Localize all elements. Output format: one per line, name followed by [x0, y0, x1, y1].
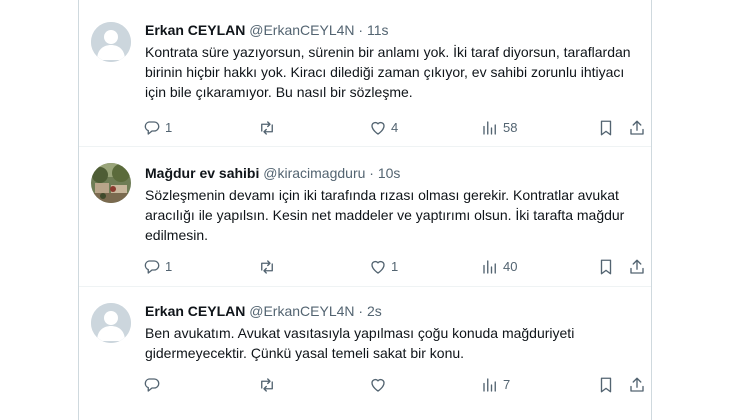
like-button[interactable]: [369, 376, 391, 394]
reply-button[interactable]: 1: [143, 258, 172, 276]
avatar[interactable]: [91, 303, 131, 343]
share-button[interactable]: [628, 376, 646, 394]
tweet[interactable]: Erkan CEYLAN @ErkanCEYL4N · 2s Ben avuka…: [79, 286, 651, 420]
share-button[interactable]: [628, 119, 646, 137]
tweet-header: Erkan CEYLAN @ErkanCEYL4N · 2s: [145, 301, 637, 321]
view-count: 7: [503, 377, 511, 392]
reply-icon: [144, 378, 160, 392]
tweet-text: Kontrata süre yazıyorsun, sürenin bir an…: [145, 44, 631, 100]
user-handle[interactable]: @ErkanCEYL4N: [249, 303, 354, 319]
tweet-time[interactable]: 2s: [367, 303, 382, 319]
bookmark-button[interactable]: [597, 119, 615, 137]
reply-icon: [144, 121, 160, 135]
tweet-text: Ben avukatım. Avukat vasıtasıyla yapılma…: [145, 325, 575, 361]
retweet-button[interactable]: [258, 376, 280, 394]
views-icon: [483, 378, 496, 392]
like-button[interactable]: 1: [369, 258, 398, 276]
bookmark-icon: [600, 259, 612, 275]
views-button[interactable]: 58: [481, 119, 517, 137]
separator-dot: ·: [358, 303, 364, 319]
tweet-actions: 7: [143, 375, 644, 395]
views-button[interactable]: 40: [481, 258, 517, 276]
like-count: 1: [391, 259, 399, 274]
reply-icon: [144, 260, 160, 274]
retweet-button[interactable]: [258, 258, 280, 276]
like-button[interactable]: 4: [369, 119, 398, 137]
bookmark-button[interactable]: [597, 258, 615, 276]
like-icon: [371, 121, 385, 135]
display-name[interactable]: Mağdur ev sahibi: [145, 165, 259, 181]
tweet-text: Sözleşmenin devamı için iki tarafında rı…: [145, 187, 625, 243]
tweet-content: Mağdur ev sahibi @kiracimagduru · 10s Sö…: [145, 163, 637, 245]
user-handle[interactable]: @ErkanCEYL4N: [249, 22, 354, 38]
reply-count: 1: [165, 259, 173, 274]
view-count: 58: [503, 120, 518, 135]
tweet-content: Erkan CEYLAN @ErkanCEYL4N · 11s Kontrata…: [145, 20, 637, 102]
like-icon: [371, 378, 385, 392]
retweet-button[interactable]: [258, 119, 280, 137]
reply-button[interactable]: [143, 376, 165, 394]
tweet-time[interactable]: 11s: [367, 22, 389, 38]
views-icon: [483, 121, 496, 135]
share-icon: [630, 377, 644, 392]
share-icon: [630, 120, 644, 135]
avatar[interactable]: [91, 163, 131, 203]
retweet-icon: [261, 378, 273, 392]
conversation-thread: Erkan CEYLAN @ErkanCEYL4N · 11s Kontrata…: [78, 0, 652, 420]
like-count: 4: [391, 120, 399, 135]
like-icon: [371, 260, 385, 274]
tweet-time[interactable]: 10s: [378, 165, 401, 181]
separator-dot: ·: [358, 22, 364, 38]
separator-dot: ·: [369, 165, 374, 181]
photo-avatar-icon: [91, 163, 131, 203]
bookmark-button[interactable]: [597, 376, 615, 394]
reply-button[interactable]: 1: [143, 119, 172, 137]
tweet[interactable]: Mağdur ev sahibi @kiracimagduru · 10s Sö…: [79, 146, 651, 286]
views-icon: [483, 260, 496, 274]
views-button[interactable]: 7: [481, 376, 510, 394]
default-avatar-icon: [91, 22, 131, 62]
reply-count: 1: [165, 120, 173, 135]
tweet-content: Erkan CEYLAN @ErkanCEYL4N · 2s Ben avuka…: [145, 301, 637, 363]
tweet-actions: 1 4 58: [143, 118, 644, 138]
tweet[interactable]: Erkan CEYLAN @ErkanCEYL4N · 11s Kontrata…: [79, 0, 651, 146]
retweet-icon: [261, 260, 273, 274]
user-handle[interactable]: @kiracimagduru: [263, 165, 365, 181]
tweet-actions: 1 1 40: [143, 257, 644, 277]
tweet-header: Mağdur ev sahibi @kiracimagduru · 10s: [145, 163, 637, 183]
share-button[interactable]: [628, 258, 646, 276]
view-count: 40: [503, 259, 518, 274]
default-avatar-icon: [91, 303, 131, 343]
bookmark-icon: [600, 377, 612, 393]
share-icon: [630, 259, 644, 274]
retweet-icon: [261, 121, 273, 135]
bookmark-icon: [600, 120, 612, 136]
display-name[interactable]: Erkan CEYLAN: [145, 303, 245, 319]
avatar[interactable]: [91, 22, 131, 62]
tweet-header: Erkan CEYLAN @ErkanCEYL4N · 11s: [145, 20, 637, 40]
display-name[interactable]: Erkan CEYLAN: [145, 22, 245, 38]
